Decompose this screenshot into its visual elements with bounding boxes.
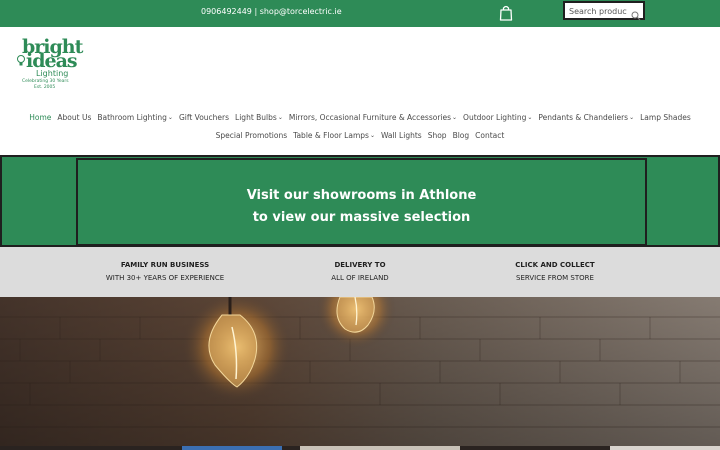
search-box xyxy=(563,1,645,21)
nav-item-table-floor-lamps[interactable]: Table & Floor Lamps ⌄ xyxy=(293,131,375,140)
email-link[interactable]: shop@torcelectric.ie xyxy=(260,7,342,16)
hero-bulbs-illustration xyxy=(0,297,720,450)
banner-heading-line-1: Visit our showrooms in Athlone xyxy=(246,188,477,203)
nav-item-blog[interactable]: Blog xyxy=(453,131,470,140)
chevron-down-icon: ⌄ xyxy=(629,114,635,121)
nav-item-lamp-shades[interactable]: Lamp Shades xyxy=(640,113,691,122)
hero-image xyxy=(0,297,720,450)
feature-family-run: FAMILY RUN BUSINESS WITH 30+ YEARS OF EX… xyxy=(55,261,275,282)
nav-item-special-promotions[interactable]: Special Promotions xyxy=(216,131,287,140)
nav-item-mirrors[interactable]: Mirrors, Occasional Furniture & Accessor… xyxy=(289,113,457,122)
contact-info: 0906492449 | shop@torcelectric.ie xyxy=(201,7,342,16)
main-nav-row-1: Home About Us Bathroom Lighting ⌄ Gift Vo… xyxy=(0,113,720,122)
feature-subtitle: ALL OF IRELAND xyxy=(331,274,389,282)
showroom-banner: Visit our showrooms in Athlone to view o… xyxy=(0,155,720,247)
features-strip: FAMILY RUN BUSINESS WITH 30+ YEARS OF EX… xyxy=(0,247,720,297)
feature-title: CLICK AND COLLECT xyxy=(515,261,595,269)
feature-subtitle: WITH 30+ YEARS OF EXPERIENCE xyxy=(105,274,225,282)
contact-separator: | xyxy=(251,7,260,16)
shopping-bag-icon[interactable] xyxy=(498,4,514,22)
chevron-down-icon: ⌄ xyxy=(277,114,283,121)
chevron-down-icon: ⌄ xyxy=(527,114,533,121)
feature-delivery: DELIVERY TO ALL OF IRELAND xyxy=(250,261,470,282)
nav-item-outdoor-lighting[interactable]: Outdoor Lighting ⌄ xyxy=(463,113,532,122)
top-bar: 0906492449 | shop@torcelectric.ie xyxy=(0,0,720,27)
feature-subtitle: SERVICE FROM STORE xyxy=(516,274,594,282)
banner-heading-line-2: to view our massive selection xyxy=(252,210,471,225)
feature-title: DELIVERY TO xyxy=(334,261,386,269)
nav-item-light-bulbs[interactable]: Light Bulbs ⌄ xyxy=(235,113,283,122)
search-input[interactable] xyxy=(569,5,627,17)
logo-word-lighting: Lighting xyxy=(36,69,69,78)
logo-established: Est. 2005 xyxy=(34,85,56,90)
nav-item-home[interactable]: Home xyxy=(29,113,51,122)
nav-item-shop[interactable]: Shop xyxy=(428,131,447,140)
site-logo[interactable]: bright ideas Lighting Celebrating 30 Yea… xyxy=(16,36,86,96)
nav-item-contact[interactable]: Contact xyxy=(475,131,504,140)
chevron-down-icon: ⌄ xyxy=(167,114,173,121)
chevron-down-icon: ⌄ xyxy=(369,132,375,139)
banner-inner-frame: Visit our showrooms in Athlone to view o… xyxy=(76,158,647,246)
logo-tagline: Celebrating 30 Years xyxy=(22,79,69,84)
phone-link[interactable]: 0906492449 xyxy=(201,7,252,16)
search-icon[interactable] xyxy=(631,6,641,21)
chevron-down-icon: ⌄ xyxy=(452,114,458,121)
feature-title: FAMILY RUN BUSINESS xyxy=(120,261,210,269)
nav-item-pendants[interactable]: Pendants & Chandeliers ⌄ xyxy=(538,113,634,122)
main-nav-row-2: Special Promotions Table & Floor Lamps ⌄ … xyxy=(0,131,720,140)
nav-item-bathroom-lighting[interactable]: Bathroom Lighting ⌄ xyxy=(97,113,173,122)
nav-item-gift-vouchers[interactable]: Gift Vouchers xyxy=(179,113,229,122)
nav-item-wall-lights[interactable]: Wall Lights xyxy=(381,131,422,140)
nav-item-about-us[interactable]: About Us xyxy=(57,113,91,122)
feature-click-collect: CLICK AND COLLECT SERVICE FROM STORE xyxy=(445,261,665,282)
